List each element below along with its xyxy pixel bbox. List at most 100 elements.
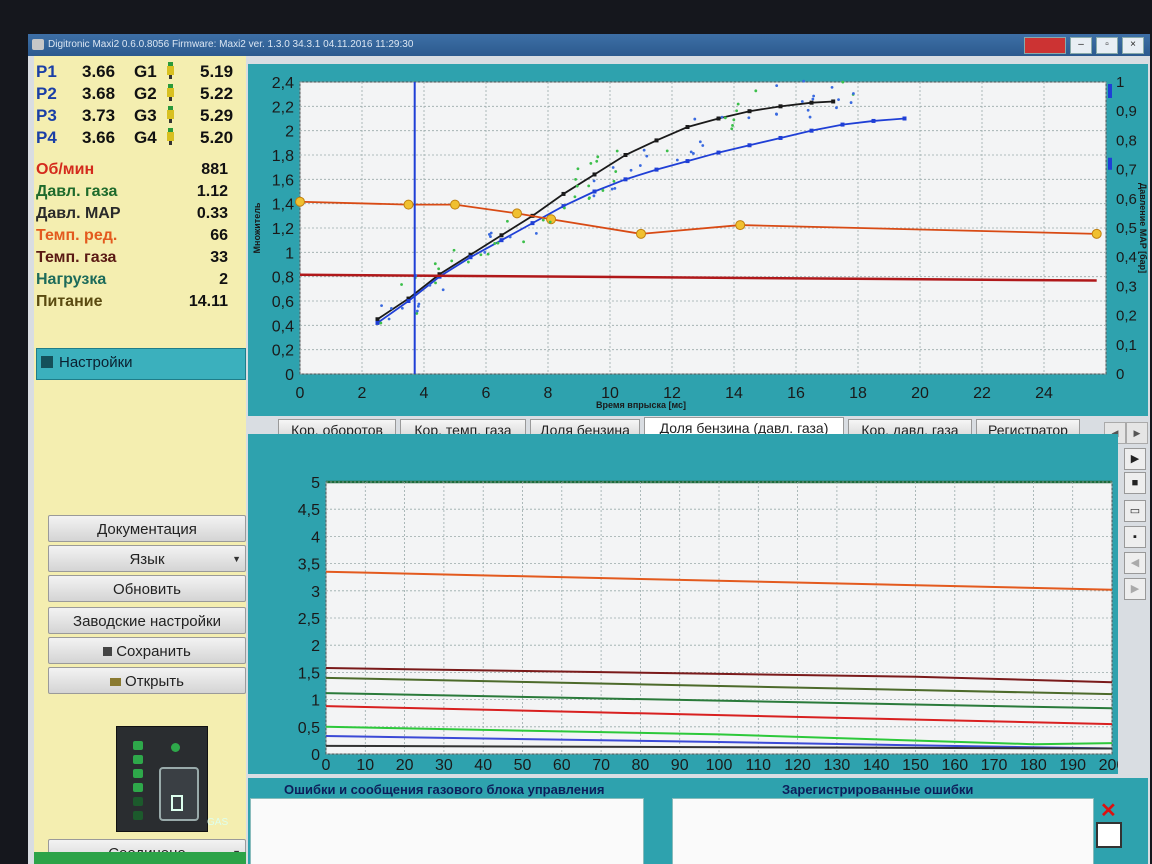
y2-tick-label: 0,1: [1116, 337, 1137, 354]
checkbox[interactable]: [1096, 822, 1122, 848]
data-point: [735, 220, 746, 231]
level-led: [133, 769, 143, 778]
marker-icon: [1108, 84, 1112, 98]
errors-list[interactable]: [250, 798, 644, 864]
settings-button-label: Настройки: [59, 354, 133, 371]
level-led: [133, 797, 143, 806]
scatter-point: [508, 235, 512, 239]
injector-icon: [167, 106, 174, 123]
monitor: Digitronic Maxi2 0.6.0.8056 Firmware: Ma…: [0, 0, 1152, 864]
status-strip: [34, 852, 246, 864]
clear-errors-icon[interactable]: ✕: [1100, 798, 1117, 823]
scatter-point: [574, 177, 577, 181]
language-select[interactable]: Язык ▼: [48, 545, 246, 572]
data-point: [623, 153, 628, 157]
x-tick-label: 22: [973, 385, 991, 402]
param-label: Давл. газа: [36, 183, 118, 200]
step-back-icon[interactable]: ◀: [1124, 552, 1146, 574]
y-tick-label: 1,4: [272, 197, 294, 214]
scatter-point: [428, 283, 432, 287]
x-tick-label: 2: [358, 385, 367, 402]
scatter-point: [830, 85, 834, 89]
factory-settings-button[interactable]: Заводские настройки: [48, 607, 246, 634]
scatter-point: [487, 232, 491, 236]
scatter-point: [437, 267, 441, 271]
x-tick-label: 10: [356, 757, 374, 774]
level-led: [133, 783, 143, 792]
documentation-button[interactable]: Документация: [48, 515, 246, 542]
scatter-point: [400, 306, 404, 310]
open-button-label: Открыть: [125, 673, 184, 690]
x-tick-label: 8: [544, 385, 553, 402]
maximize-icon[interactable]: ▫: [1096, 37, 1118, 54]
scatter-point: [811, 97, 815, 101]
y2-tick-label: 0,2: [1116, 308, 1137, 325]
scatter-point: [450, 259, 454, 263]
floppy-save-icon[interactable]: ▪: [1124, 526, 1146, 548]
data-point: [685, 125, 690, 130]
play-icon[interactable]: ▶: [1124, 448, 1146, 470]
scatter-point: [596, 155, 600, 159]
data-point: [809, 128, 814, 133]
scatter-point: [701, 144, 705, 147]
data-point: [499, 238, 504, 243]
scatter-point: [563, 206, 566, 210]
x-tick-label: 20: [911, 385, 929, 402]
scatter-point: [849, 101, 853, 104]
level-led: [133, 741, 143, 750]
x-tick-label: 130: [824, 757, 851, 774]
x-tick-label: 14: [725, 385, 743, 402]
data-point: [623, 177, 628, 182]
scatter-point: [592, 179, 596, 183]
scatter-point: [573, 195, 577, 199]
folder-icon: [110, 678, 122, 686]
x-tick-label: 40: [474, 757, 492, 774]
scatter-point: [575, 184, 579, 188]
bottom-chart[interactable]: 00,511,522,533,544,550 10 20 30 40 50 60 70 80 90…: [248, 434, 1126, 774]
scatter-point: [638, 164, 642, 167]
scatter-point: [800, 100, 804, 103]
scatter-point: [731, 124, 734, 127]
save-button[interactable]: Сохранить: [48, 637, 246, 664]
scatter-point: [835, 106, 838, 110]
fuel-pump-icon: [171, 795, 183, 811]
param-value: 881: [201, 161, 228, 178]
x-tick-label: 80: [632, 757, 650, 774]
window-title: Digitronic Maxi2 0.6.0.8056 Firmware: Ma…: [48, 39, 414, 50]
y2-tick-label: 0,8: [1116, 132, 1137, 149]
data-point: [1091, 228, 1102, 239]
param-value: 2: [219, 271, 228, 288]
pressure-label: P1: [36, 62, 57, 81]
open-button[interactable]: Открыть: [48, 667, 246, 694]
param-label: Об/мин: [36, 161, 95, 178]
scatter-point: [698, 140, 702, 144]
data-point: [403, 199, 414, 210]
data-point: [840, 122, 845, 127]
update-button[interactable]: Обновить: [48, 575, 246, 602]
y-tick-label: 0,6: [272, 294, 294, 311]
registered-errors-list[interactable]: [672, 798, 1094, 864]
data-point: [375, 320, 380, 325]
close-icon[interactable]: ×: [1122, 37, 1144, 54]
scatter-point: [548, 220, 552, 224]
y-tick-label: 1: [285, 245, 294, 262]
stop-icon[interactable]: ■: [1124, 472, 1146, 494]
settings-button[interactable]: Настройки: [36, 348, 246, 380]
scatter-point: [730, 127, 734, 131]
scatter-point: [775, 84, 779, 88]
step-forward-icon[interactable]: ▶: [1124, 578, 1146, 600]
scatter-point: [837, 98, 840, 102]
scroll-right-icon[interactable]: ▶: [1126, 422, 1148, 444]
param-label: Нагрузка: [36, 271, 107, 288]
pressure-label: P2: [36, 84, 57, 103]
data-point: [654, 167, 659, 172]
top-chart[interactable]: 00,20,40,60,811,21,41,61,822,22,40 2 4 6 8 10…: [248, 64, 1148, 416]
scatter-point: [775, 112, 778, 116]
title-bar[interactable]: Digitronic Maxi2 0.6.0.8056 Firmware: Ma…: [28, 34, 1150, 56]
scatter-point: [387, 317, 391, 321]
x-tick-label: 140: [863, 757, 890, 774]
minimize-icon[interactable]: –: [1070, 37, 1092, 54]
gas-switch-button[interactable]: GAS: [159, 767, 228, 828]
folder-open-icon[interactable]: ▭: [1124, 500, 1146, 522]
param-label: Темп. газа: [36, 249, 117, 266]
